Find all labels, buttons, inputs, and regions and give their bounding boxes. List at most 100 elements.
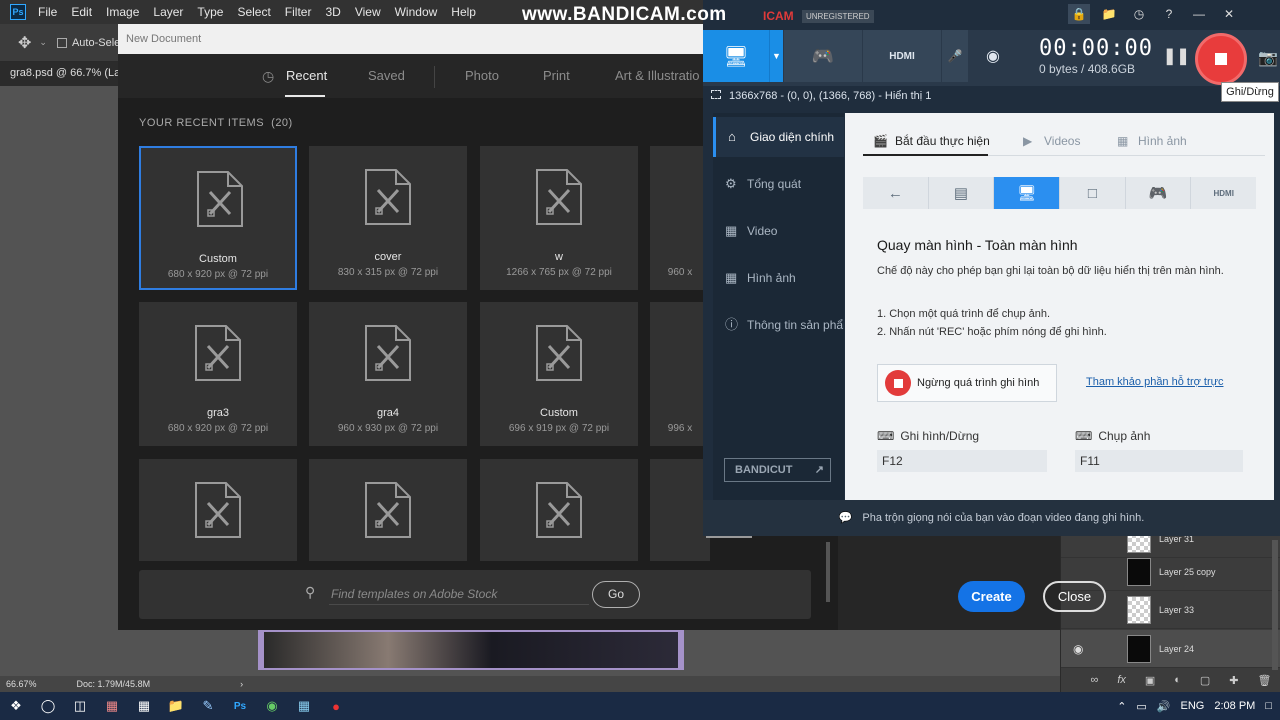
file-explorer-icon[interactable]: 📁 [160,692,192,720]
auto-select-checkbox[interactable] [56,37,67,48]
fx-icon[interactable]: fx [1117,674,1126,686]
group-icon[interactable]: ▢ [1200,674,1210,687]
recent-document-tile[interactable]: gra3 680 x 920 px @ 72 ppi [139,302,297,446]
clock-icon[interactable]: ◷ [1128,4,1150,24]
trash-icon[interactable]: 🗑 [1257,674,1271,687]
menu-image[interactable]: Image [106,5,139,19]
menu-layer[interactable]: Layer [153,5,183,19]
sidebar-item-video[interactable]: ▦ Video [713,211,844,251]
tab-print[interactable]: Print [543,68,570,83]
close-icon[interactable]: ✕ [1218,4,1240,24]
sidebar-item-images[interactable]: ▦ Hình ảnh [713,258,844,298]
search-input[interactable]: Find templates on Adobe Stock [331,587,497,601]
recent-document-tile[interactable]: Custom 680 x 920 px @ 72 ppi [139,146,297,290]
cortana-icon[interactable]: ◯ [32,692,64,720]
lock-icon[interactable]: 🔒 [1068,4,1090,24]
menu-view[interactable]: View [355,5,381,19]
screen-mode-button[interactable]: 🖥 [703,30,769,82]
tab-saved[interactable]: Saved [368,68,405,83]
recent-document-tile[interactable]: 960 x [650,146,752,290]
recent-document-tile[interactable] [480,459,638,561]
record-stop-button[interactable] [1195,33,1247,85]
volume-icon[interactable]: 🔊 [1157,700,1171,713]
stop-recording-button[interactable]: Ngừng quá trình ghi hình [877,364,1057,402]
status-arrow-icon[interactable]: › [240,679,243,689]
bandicut-button[interactable]: BANDICUT ↗ [724,458,831,482]
region-mode-icon[interactable]: ▤ [928,177,994,209]
support-link[interactable]: Tham khảo phần hỗ trợ trực [1086,376,1223,388]
recent-document-tile[interactable]: w 1266 x 765 px @ 72 ppi [480,146,638,290]
minimize-icon[interactable]: — [1188,4,1210,24]
mask-icon[interactable]: ▣ [1145,674,1155,687]
eye-icon[interactable]: ◉ [1073,642,1083,656]
dialog-scrollbar[interactable] [826,542,830,602]
hotkey-screenshot-field[interactable]: F11 [1075,450,1243,472]
bandicam-icon[interactable]: ● [320,692,352,720]
camera-icon[interactable]: 📷 [1258,48,1278,68]
mouse-area-icon[interactable]: □ [1060,177,1125,209]
recent-document-tile[interactable]: cover 830 x 315 px @ 72 ppi [309,146,467,290]
tab-art-illustration[interactable]: Art & Illustratio [615,68,700,83]
tab-recent[interactable]: Recent [286,68,327,83]
recent-document-tile[interactable] [139,459,297,561]
tab-images[interactable]: Hình ảnh [1138,134,1187,148]
menu-3d[interactable]: 3D [325,5,340,19]
sidebar-item-info[interactable]: ⓘ Thông tin sản phẩm [713,305,844,345]
clock[interactable]: 2:08 PM [1214,700,1255,712]
help-icon[interactable]: ? [1158,4,1180,24]
gamepad-icon[interactable]: 🎮 [1125,177,1191,209]
menu-filter[interactable]: Filter [285,5,312,19]
recent-document-tile[interactable]: 996 x [650,302,752,446]
notes-icon[interactable]: ▦ [288,692,320,720]
network-icon[interactable]: ▭ [1136,700,1146,713]
paint-icon[interactable]: ✎ [192,692,224,720]
mic-toggle[interactable]: 🎤 [942,30,968,82]
go-button[interactable]: Go [592,581,640,608]
webcam-toggle[interactable]: ◉ [969,30,1017,82]
recent-document-tile[interactable] [309,459,467,561]
close-button[interactable]: Close [1043,581,1106,612]
zoom-level[interactable]: 66.67% [6,679,37,689]
recent-document-tile[interactable]: Custom 696 x 919 px @ 72 ppi [480,302,638,446]
layer-row-selected[interactable]: ◉ Layer 24 [1061,630,1280,668]
menu-edit[interactable]: Edit [71,5,92,19]
adjustment-icon[interactable]: ◐ [1174,674,1181,686]
sidebar-item-home[interactable]: ⌂ Giao diện chính [713,117,844,157]
tab-get-started[interactable]: Bắt đầu thực hiện [895,134,990,148]
hdmi-icon[interactable]: HDMI [1191,177,1257,209]
document-tab[interactable]: gra8.psd @ 66.7% (Lay [0,62,120,86]
link-icon[interactable]: ∞ [1090,674,1098,686]
menu-select[interactable]: Select [237,5,270,19]
fullscreen-mode-icon[interactable]: 🖥 [994,177,1060,209]
calculator-icon[interactable]: ▦ [128,692,160,720]
move-tool-icon[interactable]: ✥ [18,33,31,53]
windows-start-icon[interactable]: ❖ [0,692,32,720]
pause-icon[interactable]: ❚❚ [1163,46,1190,66]
game-mode-button[interactable]: 🎮 [784,30,862,82]
menu-help[interactable]: Help [451,5,476,19]
language-indicator[interactable]: ENG [1181,700,1205,712]
folder-icon[interactable]: 📁 [1098,4,1120,24]
notification-icon[interactable]: □ [1265,700,1272,712]
task-view-icon[interactable]: ◫ [64,692,96,720]
app-icon[interactable]: ▦ [96,692,128,720]
chevron-down-icon[interactable]: ▼ [769,30,783,82]
menu-file[interactable]: File [38,5,57,19]
device-mode-button[interactable]: HDMI [863,30,941,82]
chevron-down-icon[interactable]: ⌄ [39,37,47,48]
chevron-up-icon[interactable]: ⌃ [1117,700,1126,713]
menu-type[interactable]: Type [197,5,223,19]
chrome-icon[interactable]: ◉ [256,692,288,720]
layers-scrollbar[interactable] [1272,540,1278,670]
menu-window[interactable]: Window [395,5,438,19]
photoshop-icon[interactable]: Ps [224,692,256,720]
hotkey-record-field[interactable]: F12 [877,450,1047,472]
tab-photo[interactable]: Photo [465,68,499,83]
create-button[interactable]: Create [958,581,1025,612]
recent-document-tile[interactable]: gra4 960 x 930 px @ 72 ppi [309,302,467,446]
recent-document-tile[interactable] [650,459,752,561]
back-arrow-icon[interactable]: ← [863,177,928,209]
tab-videos[interactable]: Videos [1044,134,1080,148]
new-layer-icon[interactable]: ✚ [1229,674,1238,687]
sidebar-item-general[interactable]: ⚙ Tổng quát [713,164,844,204]
